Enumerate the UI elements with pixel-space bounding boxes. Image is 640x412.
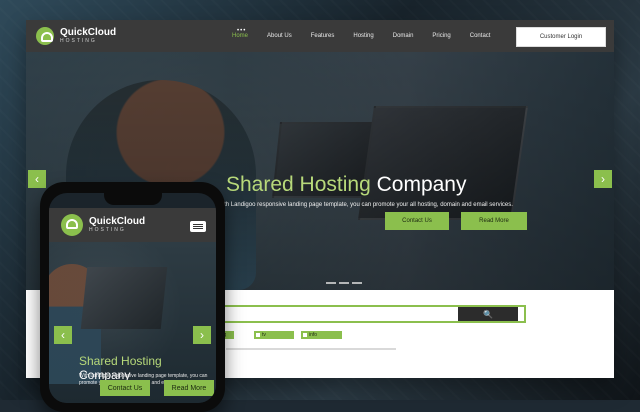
brand-name: QuickCloud	[60, 27, 117, 38]
mobile-brand-name: QuickCloud	[89, 216, 146, 227]
mobile-next-arrow-icon[interactable]: ›	[193, 326, 211, 344]
search-icon[interactable]: 🔍	[458, 307, 518, 321]
cloud-logo-icon	[36, 27, 54, 45]
brand-tagline: HOSTING	[60, 38, 97, 44]
tld-option-info[interactable]: info	[301, 331, 342, 339]
hero-title-rest: Company	[370, 173, 467, 196]
slider-indicators[interactable]	[326, 282, 362, 284]
menu-hamburger-icon[interactable]	[190, 221, 206, 232]
menu-item-features[interactable]: Features	[311, 33, 335, 39]
brand-logo[interactable]: QuickCloud HOSTING	[36, 27, 116, 45]
main-menu: Home About Us Features Hosting Domain Pr…	[232, 20, 490, 52]
cloud-logo-icon	[61, 214, 83, 236]
menu-item-hosting[interactable]: Hosting	[353, 33, 373, 39]
slider-indicator[interactable]	[326, 282, 336, 284]
mobile-contact-button[interactable]: Contact Us	[100, 380, 150, 396]
menu-item-home[interactable]: Home	[232, 33, 248, 39]
hero-next-arrow-icon[interactable]: ›	[594, 170, 612, 188]
slider-indicator[interactable]	[352, 282, 362, 284]
mobile-readmore-button[interactable]: Read More	[164, 380, 214, 396]
hero-prev-arrow-icon[interactable]: ‹	[28, 170, 46, 188]
menu-item-pricing[interactable]: Pricing	[432, 33, 450, 39]
slider-indicator[interactable]	[339, 282, 349, 284]
tld-option-tv[interactable]: tv	[254, 331, 294, 339]
menu-item-contact[interactable]: Contact	[470, 33, 491, 39]
menu-item-about[interactable]: About Us	[267, 33, 292, 39]
mobile-hero-title-accent: Shared Hosting	[79, 354, 162, 368]
mobile-brand-tagline: HOSTING	[89, 227, 126, 233]
mobile-preview: QuickCloud HOSTING ‹ › Shared Hosting Co…	[40, 182, 225, 412]
menu-item-domain[interactable]: Domain	[393, 33, 414, 39]
hero-contact-button[interactable]: Contact Us	[385, 212, 449, 230]
mobile-navigation: QuickCloud HOSTING	[49, 208, 216, 242]
top-navigation: QuickCloud HOSTING ••• Home About Us Fea…	[26, 20, 614, 52]
mobile-prev-arrow-icon[interactable]: ‹	[54, 326, 72, 344]
section-divider	[226, 348, 396, 350]
hero-title: Shared Hosting Company	[226, 173, 466, 197]
hero-readmore-button[interactable]: Read More	[461, 212, 527, 230]
phone-notch	[104, 193, 162, 205]
customer-login-button[interactable]: Customer Login	[516, 27, 606, 47]
mobile-hero: ‹ › Shared Hosting Company With Landigoo…	[49, 242, 216, 403]
mobile-screen: QuickCloud HOSTING ‹ › Shared Hosting Co…	[49, 193, 216, 403]
mobile-hero-monitor-image	[80, 267, 168, 329]
hero-title-accent: Shared Hosting	[226, 173, 371, 196]
mobile-brand-logo[interactable]: QuickCloud HOSTING	[61, 214, 145, 236]
